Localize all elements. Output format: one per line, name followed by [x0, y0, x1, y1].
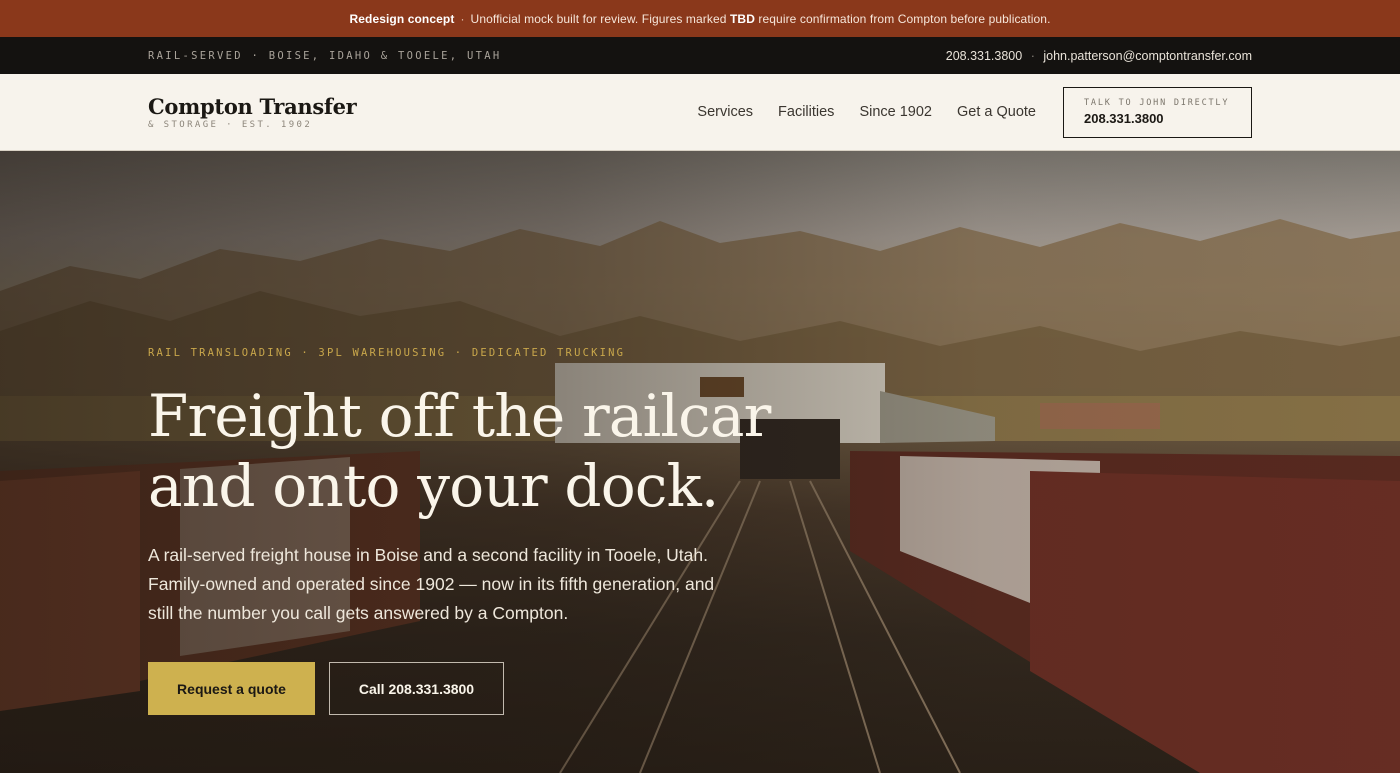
request-quote-button[interactable]: Request a quote [148, 662, 315, 715]
nav-services[interactable]: Services [697, 104, 753, 120]
hero-lede: A rail-served freight house in Boise and… [148, 545, 715, 623]
headline-line-2: and onto your dock. [148, 452, 719, 520]
hero-eyebrow: RAIL TRANSLOADING · 3PL WAREHOUSING · DE… [148, 347, 626, 359]
notice-text-before: Unofficial mock built for review. Figure… [470, 11, 727, 26]
headline-line-1: Freight off the railcar [148, 382, 771, 450]
notice-separator: · [460, 11, 465, 26]
nav-get-a-quote[interactable]: Get a Quote [957, 104, 1036, 120]
concept-notice-banner: Redesign concept · Unofficial mock built… [0, 0, 1400, 37]
hero-content: RAIL TRANSLOADING · 3PL WAREHOUSING · DE… [148, 347, 788, 715]
talk-to-john-button[interactable]: TALK TO JOHN DIRECTLY 208.331.3800 [1063, 86, 1252, 138]
notice-label: Redesign concept [349, 11, 455, 26]
utility-bar: RAIL-SERVED · BOISE, IDAHO & TOOELE, UTA… [0, 37, 1400, 74]
notice-text-after: require confirmation from Compton before… [758, 11, 1051, 26]
main-nav: Services Facilities Since 1902 Get a Quo… [697, 86, 1252, 138]
brand-name: Compton Transfer [148, 94, 357, 119]
call-phone-button[interactable]: Call 208.331.3800 [329, 662, 504, 715]
top-phone-link[interactable]: 208.331.3800 [946, 49, 1022, 63]
cta-kicker: TALK TO JOHN DIRECTLY [1084, 97, 1230, 108]
locations-text: RAIL-SERVED · BOISE, IDAHO & TOOELE, UTA… [148, 49, 502, 62]
hero-headline: Freight off the railcar and onto your do… [148, 381, 788, 521]
contact-separator: · [1030, 48, 1035, 63]
hero-section: RAIL TRANSLOADING · 3PL WAREHOUSING · DE… [0, 151, 1400, 773]
top-contact: 208.331.3800 · john.patterson@comptontra… [946, 49, 1252, 63]
brand-logo[interactable]: Compton Transfer & STORAGE · EST. 1902 [148, 94, 357, 130]
cta-phone: 208.331.3800 [1084, 110, 1164, 126]
notice-highlight: TBD [730, 11, 755, 26]
site-header: Compton Transfer & STORAGE · EST. 1902 S… [0, 74, 1400, 151]
hero-buttons: Request a quote Call 208.331.3800 [148, 662, 788, 715]
brand-tagline: & STORAGE · EST. 1902 [148, 120, 313, 130]
nav-facilities[interactable]: Facilities [778, 104, 834, 120]
nav-since-1902[interactable]: Since 1902 [859, 104, 932, 120]
top-email-link[interactable]: john.patterson@comptontransfer.com [1043, 49, 1252, 63]
